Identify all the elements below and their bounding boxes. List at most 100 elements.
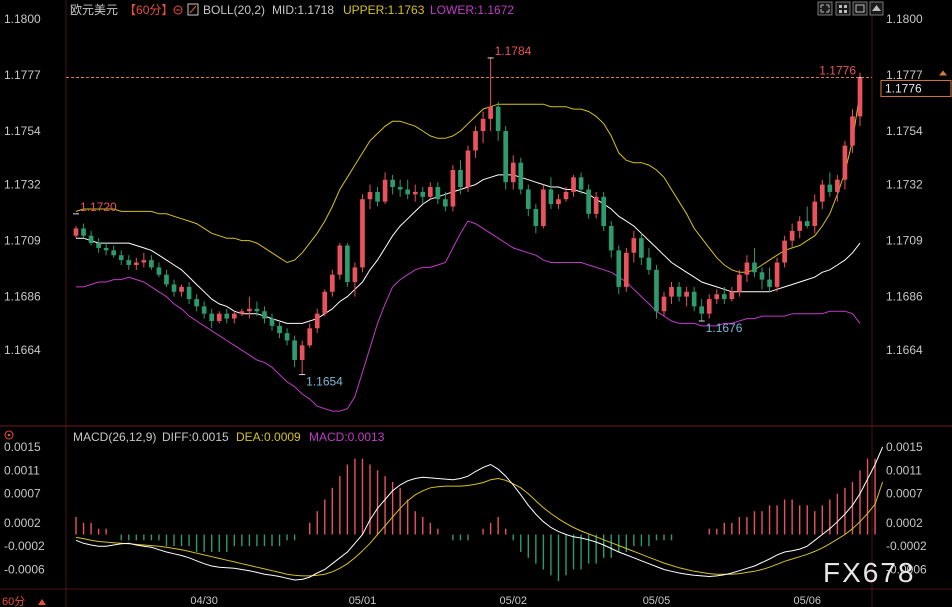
- candle: [503, 126, 509, 190]
- candle: [450, 165, 456, 212]
- candle-body: [247, 308, 252, 312]
- boll-label: BOLL(20,2): [203, 3, 265, 17]
- candle-body: [209, 313, 215, 321]
- candle-body: [156, 267, 162, 275]
- time-tick: 04/30: [190, 595, 218, 607]
- candle-body: [548, 189, 554, 205]
- macd-tick-left: -0.0002: [4, 539, 45, 553]
- price-tick-left: 1.1800: [4, 12, 41, 26]
- macd-value: MACD:0.0013: [309, 430, 385, 444]
- candle-body: [141, 260, 147, 263]
- candle-body: [405, 189, 411, 195]
- candle-body: [631, 238, 637, 253]
- candle-body: [81, 228, 86, 236]
- price-tick-right: 1.1777: [886, 68, 923, 82]
- candle-body: [118, 255, 124, 261]
- period-badge[interactable]: 【60分】: [124, 3, 173, 17]
- candle-body: [586, 189, 591, 214]
- window-controls: [817, 1, 884, 16]
- price-tick-left: 1.1777: [4, 68, 41, 82]
- candle-body: [216, 313, 222, 321]
- candle: [518, 157, 524, 195]
- last-price-value: 1.1776: [885, 81, 922, 95]
- chart-canvas: 欧元美元 【60分】 BOLL(20,2) MID:1.1718 UPPER:1…: [0, 0, 952, 607]
- candle-body: [774, 262, 780, 287]
- candle-body: [488, 106, 493, 119]
- candle-body: [767, 279, 772, 287]
- candle-body: [254, 308, 260, 312]
- candle-body: [737, 274, 742, 292]
- candle-body: [510, 162, 516, 183]
- price-tick-right: 1.1754: [886, 124, 923, 138]
- boll-lower: LOWER:1.1672: [430, 3, 514, 17]
- candle-body: [149, 260, 154, 268]
- candle-body: [684, 291, 689, 297]
- price-tick-left: 1.1754: [4, 124, 41, 138]
- scroll-up-icon[interactable]: [869, 1, 884, 16]
- maximize-icon[interactable]: [852, 1, 868, 16]
- candle-body: [284, 333, 290, 341]
- candle-body: [503, 131, 509, 183]
- candle-body: [533, 208, 539, 227]
- candle-body: [691, 291, 697, 307]
- candle-body: [337, 245, 343, 275]
- zoom-fit-icon[interactable]: [817, 1, 833, 16]
- macd-diff: DIFF:0.0015: [162, 430, 229, 444]
- candle-body: [706, 299, 712, 314]
- candle: [586, 184, 591, 219]
- candle-body: [473, 131, 478, 151]
- candle-body: [427, 187, 433, 197]
- candle-body: [360, 199, 365, 268]
- candle-body: [375, 191, 380, 202]
- high-label: 1.1784: [495, 44, 532, 58]
- candle-body: [73, 228, 79, 236]
- candle-body: [88, 235, 94, 244]
- candle-body: [412, 191, 418, 195]
- price-tick-right: 1.1732: [886, 178, 923, 192]
- candle-body: [729, 291, 735, 300]
- candle-body: [186, 286, 192, 300]
- candle-body: [171, 284, 177, 292]
- grid-layout-icon[interactable]: [835, 1, 851, 16]
- candle-body: [842, 145, 848, 180]
- price-tick-left: 1.1664: [4, 343, 41, 357]
- boll-upper: UPPER:1.1763: [343, 3, 425, 17]
- candle-body: [262, 311, 267, 319]
- candle-body: [744, 262, 750, 275]
- candle-body: [759, 272, 765, 280]
- high-label: 1.1720: [80, 200, 117, 214]
- chart-root: 欧元美元 【60分】 BOLL(20,2) MID:1.1718 UPPER:1…: [0, 0, 952, 607]
- candle-body: [231, 313, 237, 319]
- candle-body: [646, 257, 652, 270]
- candle-body: [812, 201, 818, 227]
- price-tick-right: 1.1800: [886, 12, 923, 26]
- period-label[interactable]: 60分: [136, 3, 161, 17]
- candle-body: [103, 247, 109, 251]
- candle-body: [669, 286, 674, 297]
- candle-body: [541, 189, 546, 227]
- high-label: 1.1776: [819, 63, 856, 77]
- macd-tick-left: -0.0006: [4, 563, 45, 577]
- candle-body: [299, 345, 305, 360]
- price-tick-right: 1.1664: [886, 343, 923, 357]
- candle-body: [578, 177, 584, 190]
- candle-body: [835, 179, 840, 192]
- candle-body: [654, 269, 659, 312]
- candle-body: [239, 311, 245, 314]
- candle: [623, 247, 629, 292]
- candle-body: [525, 189, 531, 209]
- candle-body: [661, 296, 667, 312]
- macd-tick-left: 0.0011: [4, 463, 40, 477]
- price-tick-right: 1.1686: [886, 290, 923, 304]
- candle: [616, 245, 622, 295]
- candle-body: [616, 250, 622, 287]
- candle: [654, 264, 659, 319]
- candle-body: [458, 169, 463, 188]
- candle: [345, 243, 350, 287]
- candle-body: [714, 294, 720, 300]
- candle-body: [827, 184, 833, 192]
- period-tab[interactable]: 60分: [2, 595, 25, 607]
- macd-tick-right: 0.0015: [886, 440, 923, 454]
- candle-body: [397, 187, 403, 190]
- candle-body: [495, 106, 501, 132]
